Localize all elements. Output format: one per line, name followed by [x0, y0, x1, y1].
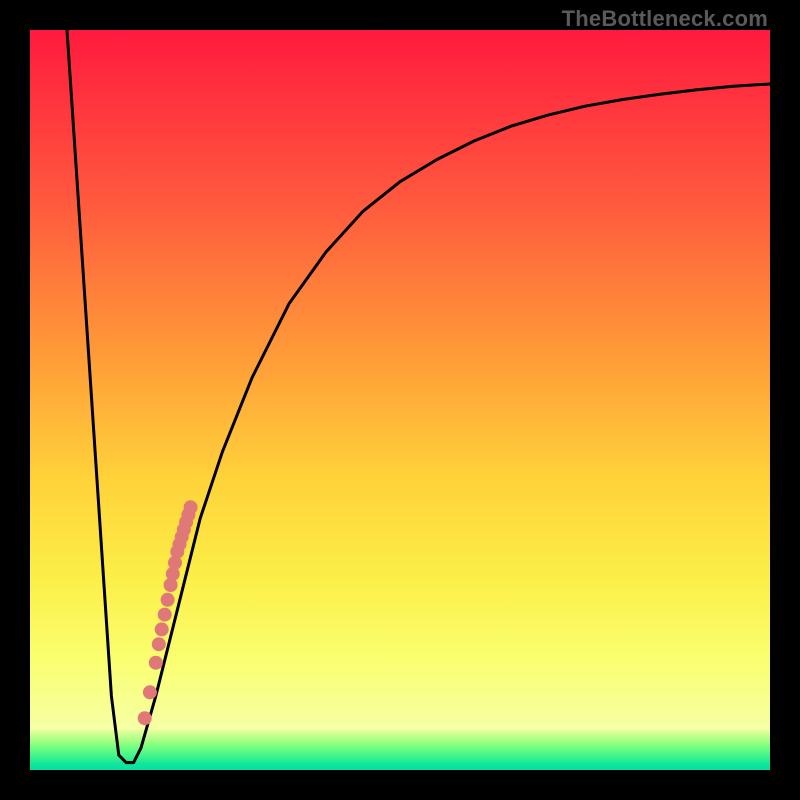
- watermark-text: TheBottleneck.com: [562, 6, 768, 32]
- data-dot: [152, 637, 166, 651]
- data-dot: [155, 622, 169, 636]
- bottleneck-curve: [67, 30, 770, 763]
- plot-area: [30, 30, 770, 770]
- data-dot: [138, 711, 152, 725]
- chart-frame: TheBottleneck.com: [0, 0, 800, 800]
- data-dot: [149, 656, 163, 670]
- data-dot: [161, 593, 175, 607]
- data-dot: [184, 500, 198, 514]
- data-dot: [158, 608, 172, 622]
- chart-svg: [30, 30, 770, 770]
- data-dots: [138, 500, 198, 725]
- data-dot: [143, 685, 157, 699]
